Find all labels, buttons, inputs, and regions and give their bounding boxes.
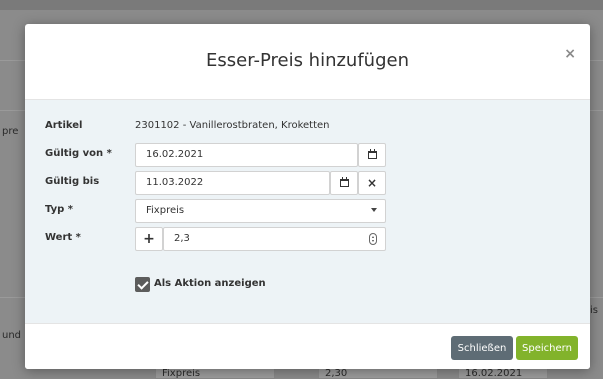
bg-top-band [0, 0, 603, 10]
gueltig-von-input[interactable]: 16.02.2021 [135, 143, 358, 167]
dialog-title: Esser-Preis hinzufügen [206, 50, 409, 71]
wert-plus-button[interactable]: + [135, 227, 163, 251]
chevron-down-icon [371, 208, 377, 212]
typ-label: Typ * [45, 204, 74, 215]
artikel-value: 2301102 - Vanillerostbraten, Kroketten [135, 120, 330, 131]
wert-label: Wert * [45, 232, 81, 243]
close-icon[interactable]: × [564, 46, 576, 62]
bg-header-fragment: is [590, 305, 598, 316]
gueltig-von-calendar-button[interactable] [358, 143, 386, 167]
spinner-icon [369, 233, 377, 245]
dialog-header: Esser-Preis hinzufügen × [25, 24, 590, 100]
bg-row-fragment: und [2, 330, 22, 341]
artikel-label: Artikel [45, 120, 83, 131]
dialog-body: Artikel 2301102 - Vanillerostbraten, Kro… [25, 100, 590, 323]
plus-icon: + [143, 231, 155, 247]
aktion-checkbox-label[interactable]: Als Aktion anzeigen [154, 278, 266, 289]
gueltig-von-label: Gültig von * [45, 148, 112, 159]
typ-select[interactable]: Fixpreis [135, 199, 386, 223]
aktion-checkbox[interactable] [135, 277, 150, 292]
calendar-icon [339, 177, 349, 187]
wert-input[interactable]: 2,3 [163, 227, 386, 251]
close-button[interactable]: Schließen [451, 336, 513, 360]
clear-icon: × [366, 176, 378, 190]
gueltig-bis-label: Gültig bis [45, 176, 100, 187]
gueltig-bis-clear-button[interactable]: × [358, 171, 386, 195]
bg-header-fragment: pre [2, 126, 19, 137]
gueltig-bis-calendar-button[interactable] [330, 171, 358, 195]
wert-value: 2,3 [174, 233, 190, 244]
save-button[interactable]: Speichern [516, 336, 578, 360]
typ-selected-value: Fixpreis [146, 205, 185, 216]
calendar-icon [367, 149, 377, 159]
gueltig-bis-input[interactable]: 11.03.2022 [135, 171, 330, 195]
dialog-footer: Schließen Speichern [25, 323, 590, 369]
add-price-dialog: Esser-Preis hinzufügen × Artikel 2301102… [25, 24, 590, 369]
